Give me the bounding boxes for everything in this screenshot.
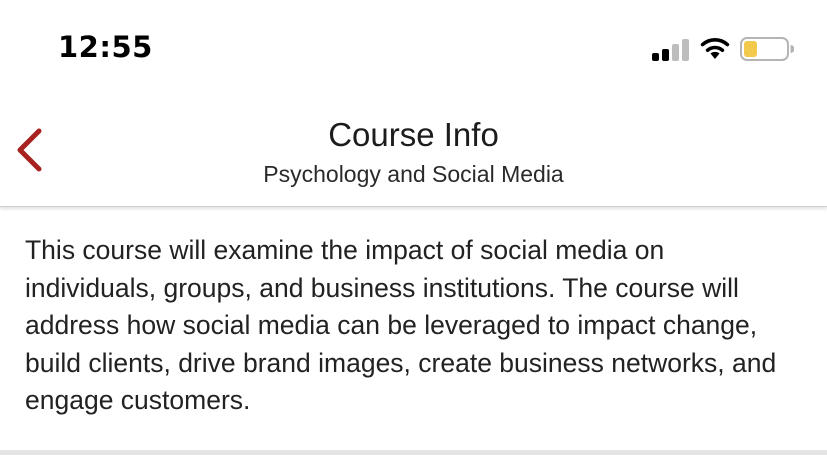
course-description: This course will examine the impact of s… [25,235,777,415]
page-subtitle: Psychology and Social Media [263,161,564,187]
page-title: Course Info [328,116,499,153]
navigation-bar: Course Info Psychology and Social Media [0,100,827,207]
section-divider [0,450,827,455]
battery-low-icon [740,36,795,62]
status-bar: 12:55 [0,0,827,100]
cellular-signal-icon [652,37,690,61]
wifi-icon [698,36,732,60]
status-time: 12:55 [58,30,153,64]
